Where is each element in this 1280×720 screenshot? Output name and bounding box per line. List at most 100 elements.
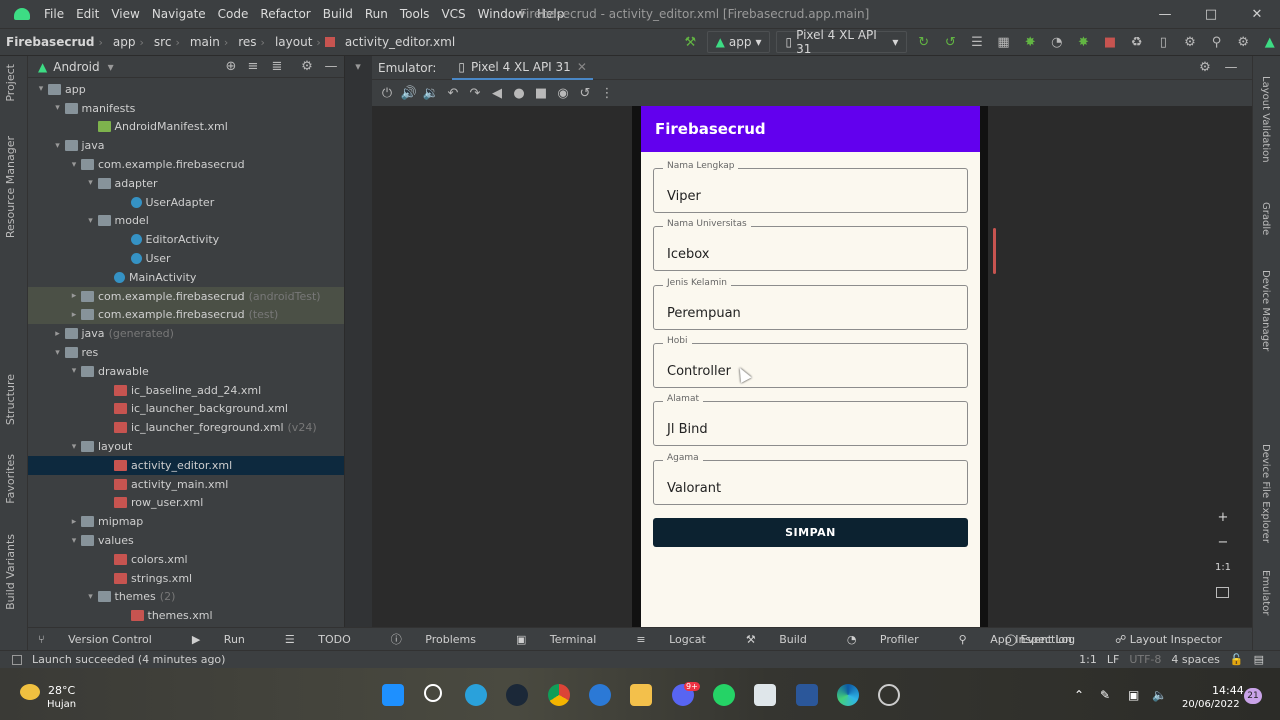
- display-icon[interactable]: ▣: [1128, 688, 1139, 702]
- tab-project[interactable]: Project: [4, 64, 17, 102]
- obs-icon[interactable]: [878, 684, 900, 706]
- tree-item[interactable]: ▾ drawable: [28, 362, 344, 381]
- chevron-down-icon[interactable]: ▾: [84, 216, 98, 226]
- tree-item[interactable]: UserAdapter: [28, 193, 344, 212]
- tab-favorites[interactable]: Favorites: [4, 454, 17, 504]
- gear-icon[interactable]: ⚙: [296, 56, 318, 78]
- text-input-field[interactable]: Nama Lengkap Viper: [653, 161, 968, 213]
- clock-date[interactable]: 20/06/2022: [1182, 699, 1240, 710]
- chevron-down-icon[interactable]: ▾: [344, 60, 372, 76]
- tree-item[interactable]: ic_launcher_foreground.xml (v24): [28, 418, 344, 437]
- chevron-right-icon[interactable]: ▸: [67, 517, 81, 527]
- settings-gear-icon[interactable]: ⚙: [1233, 31, 1254, 53]
- camera-icon[interactable]: ◉: [552, 82, 574, 104]
- chevron-right-icon[interactable]: ▸: [51, 329, 65, 339]
- menu-build[interactable]: Build: [317, 7, 359, 21]
- home-icon[interactable]: ●: [508, 82, 530, 104]
- tree-item[interactable]: AndroidManifest.xml: [28, 118, 344, 137]
- tab-device-manager[interactable]: Device Manager: [1260, 270, 1271, 351]
- panel-toggle-icon[interactable]: [12, 654, 22, 665]
- android-studio-icon[interactable]: [754, 684, 776, 706]
- device-manager-icon[interactable]: ▯: [1153, 31, 1174, 53]
- tree-item[interactable]: activity_editor.xml: [28, 455, 344, 475]
- breadcrumb-item[interactable]: layout: [269, 35, 312, 49]
- menu-refactor[interactable]: Refactor: [254, 7, 316, 21]
- event-log-button[interactable]: ◯ Event Log: [1005, 633, 1095, 646]
- device-dropdown[interactable]: ▯ Pixel 4 XL API 31 ▾: [776, 28, 908, 56]
- chevron-right-icon[interactable]: ▸: [67, 291, 81, 301]
- menu-tools[interactable]: Tools: [394, 7, 436, 21]
- chevron-down-icon[interactable]: ▾: [84, 592, 98, 602]
- weather-temp[interactable]: 28°C: [48, 684, 75, 697]
- chevron-down-icon[interactable]: ▾: [51, 141, 65, 151]
- tab-gradle[interactable]: Gradle: [1260, 202, 1271, 235]
- minimize-button[interactable]: —: [1142, 0, 1188, 28]
- breadcrumb-item[interactable]: res: [232, 35, 256, 49]
- apply-code-changes-icon[interactable]: ↺: [940, 31, 961, 53]
- apply-changes-icon[interactable]: ↻: [913, 31, 934, 53]
- line-separator[interactable]: LF: [1107, 653, 1119, 666]
- tree-item[interactable]: ▾ res: [28, 343, 344, 362]
- run-config-dropdown[interactable]: ▲ app ▾: [706, 31, 771, 53]
- back-icon[interactable]: ◀: [486, 82, 508, 104]
- tree-item[interactable]: colors.xml: [28, 550, 344, 569]
- chevron-right-icon[interactable]: ▸: [67, 310, 81, 320]
- breadcrumb-item[interactable]: activity_editor.xml: [339, 35, 455, 49]
- edge-icon[interactable]: [837, 684, 859, 706]
- tree-item[interactable]: ▾ adapter: [28, 174, 344, 193]
- tree-item[interactable]: ▸ mipmap: [28, 512, 344, 531]
- locate-icon[interactable]: ⊕: [220, 56, 242, 78]
- memory-indicator-icon[interactable]: ▤: [1254, 653, 1264, 666]
- text-input-field[interactable]: Jenis Kelamin Perempuan: [653, 277, 968, 330]
- chevron-down-icon[interactable]: ▾: [34, 84, 48, 94]
- windows-start-icon[interactable]: [382, 684, 404, 706]
- close-tab-icon[interactable]: ✕: [577, 60, 587, 74]
- tree-item[interactable]: ▾ app: [28, 80, 344, 99]
- tree-item[interactable]: row_user.xml: [28, 494, 344, 513]
- tree-item[interactable]: ▾ java: [28, 136, 344, 155]
- search-icon[interactable]: ⚲: [1206, 31, 1227, 53]
- search-icon[interactable]: [424, 684, 442, 702]
- overview-icon[interactable]: ■: [530, 82, 552, 104]
- tab-emulator-device[interactable]: ▯ Pixel 4 XL API 31 ✕: [452, 56, 593, 80]
- app-icon[interactable]: [589, 684, 611, 706]
- breadcrumb-item[interactable]: Firebasecrud: [0, 35, 95, 49]
- tool-window-problems[interactable]: ⓘ Problems: [391, 631, 496, 647]
- field-value[interactable]: Icebox: [667, 247, 709, 262]
- pen-icon[interactable]: ✎: [1100, 688, 1110, 702]
- text-input-field[interactable]: Hobi Controller: [653, 335, 968, 388]
- layout-inspector-button[interactable]: ☍ Layout Inspector: [1115, 633, 1242, 646]
- tool-window-terminal[interactable]: ▣ Terminal: [516, 633, 616, 646]
- tree-item[interactable]: ic_baseline_add_24.xml: [28, 381, 344, 400]
- text-input-field[interactable]: Alamat Jl Bind: [653, 394, 968, 447]
- snapshot-icon[interactable]: ↺: [574, 82, 596, 104]
- rotate-right-icon[interactable]: ↷: [464, 82, 486, 104]
- breadcrumb-item[interactable]: app: [107, 35, 136, 49]
- chevron-down-icon[interactable]: ▾: [67, 160, 81, 170]
- profiler-icon[interactable]: ◔: [1046, 31, 1067, 53]
- hide-panel-icon[interactable]: —: [1220, 57, 1242, 79]
- speaker-icon[interactable]: 🔈: [1152, 688, 1167, 702]
- menu-run[interactable]: Run: [359, 7, 394, 21]
- file-encoding[interactable]: UTF-8: [1129, 653, 1161, 666]
- tab-device-file-explorer[interactable]: Device File Explorer: [1260, 444, 1271, 543]
- weather-condition[interactable]: Hujan: [47, 699, 76, 710]
- tree-item[interactable]: activity_main.xml: [28, 475, 344, 494]
- tree-item[interactable]: ic_launcher_background.xml: [28, 400, 344, 419]
- tree-item[interactable]: ▸ com.example.firebasecrud (test): [28, 305, 344, 325]
- weather-icon[interactable]: [20, 684, 40, 700]
- breadcrumb-item[interactable]: main: [184, 35, 220, 49]
- menu-edit[interactable]: Edit: [70, 7, 105, 21]
- tool-window-profiler[interactable]: ◔ Profiler: [847, 633, 939, 646]
- field-value[interactable]: Controller: [667, 364, 731, 379]
- tool-window-build[interactable]: ⚒ Build: [746, 633, 827, 646]
- zoom-out-button[interactable]: −: [1212, 535, 1234, 550]
- indent-setting[interactable]: 4 spaces: [1171, 653, 1220, 666]
- clock-time[interactable]: 14:44: [1212, 684, 1244, 697]
- more-options-icon[interactable]: ⋮: [596, 82, 618, 104]
- tool-window-version-control[interactable]: ⑂ Version Control: [38, 633, 172, 646]
- coverage-icon[interactable]: ▦: [993, 31, 1014, 53]
- tree-item[interactable]: ▾ themes (2): [28, 588, 344, 607]
- field-value[interactable]: Viper: [667, 189, 701, 204]
- gear-icon[interactable]: ⚙: [1194, 57, 1216, 79]
